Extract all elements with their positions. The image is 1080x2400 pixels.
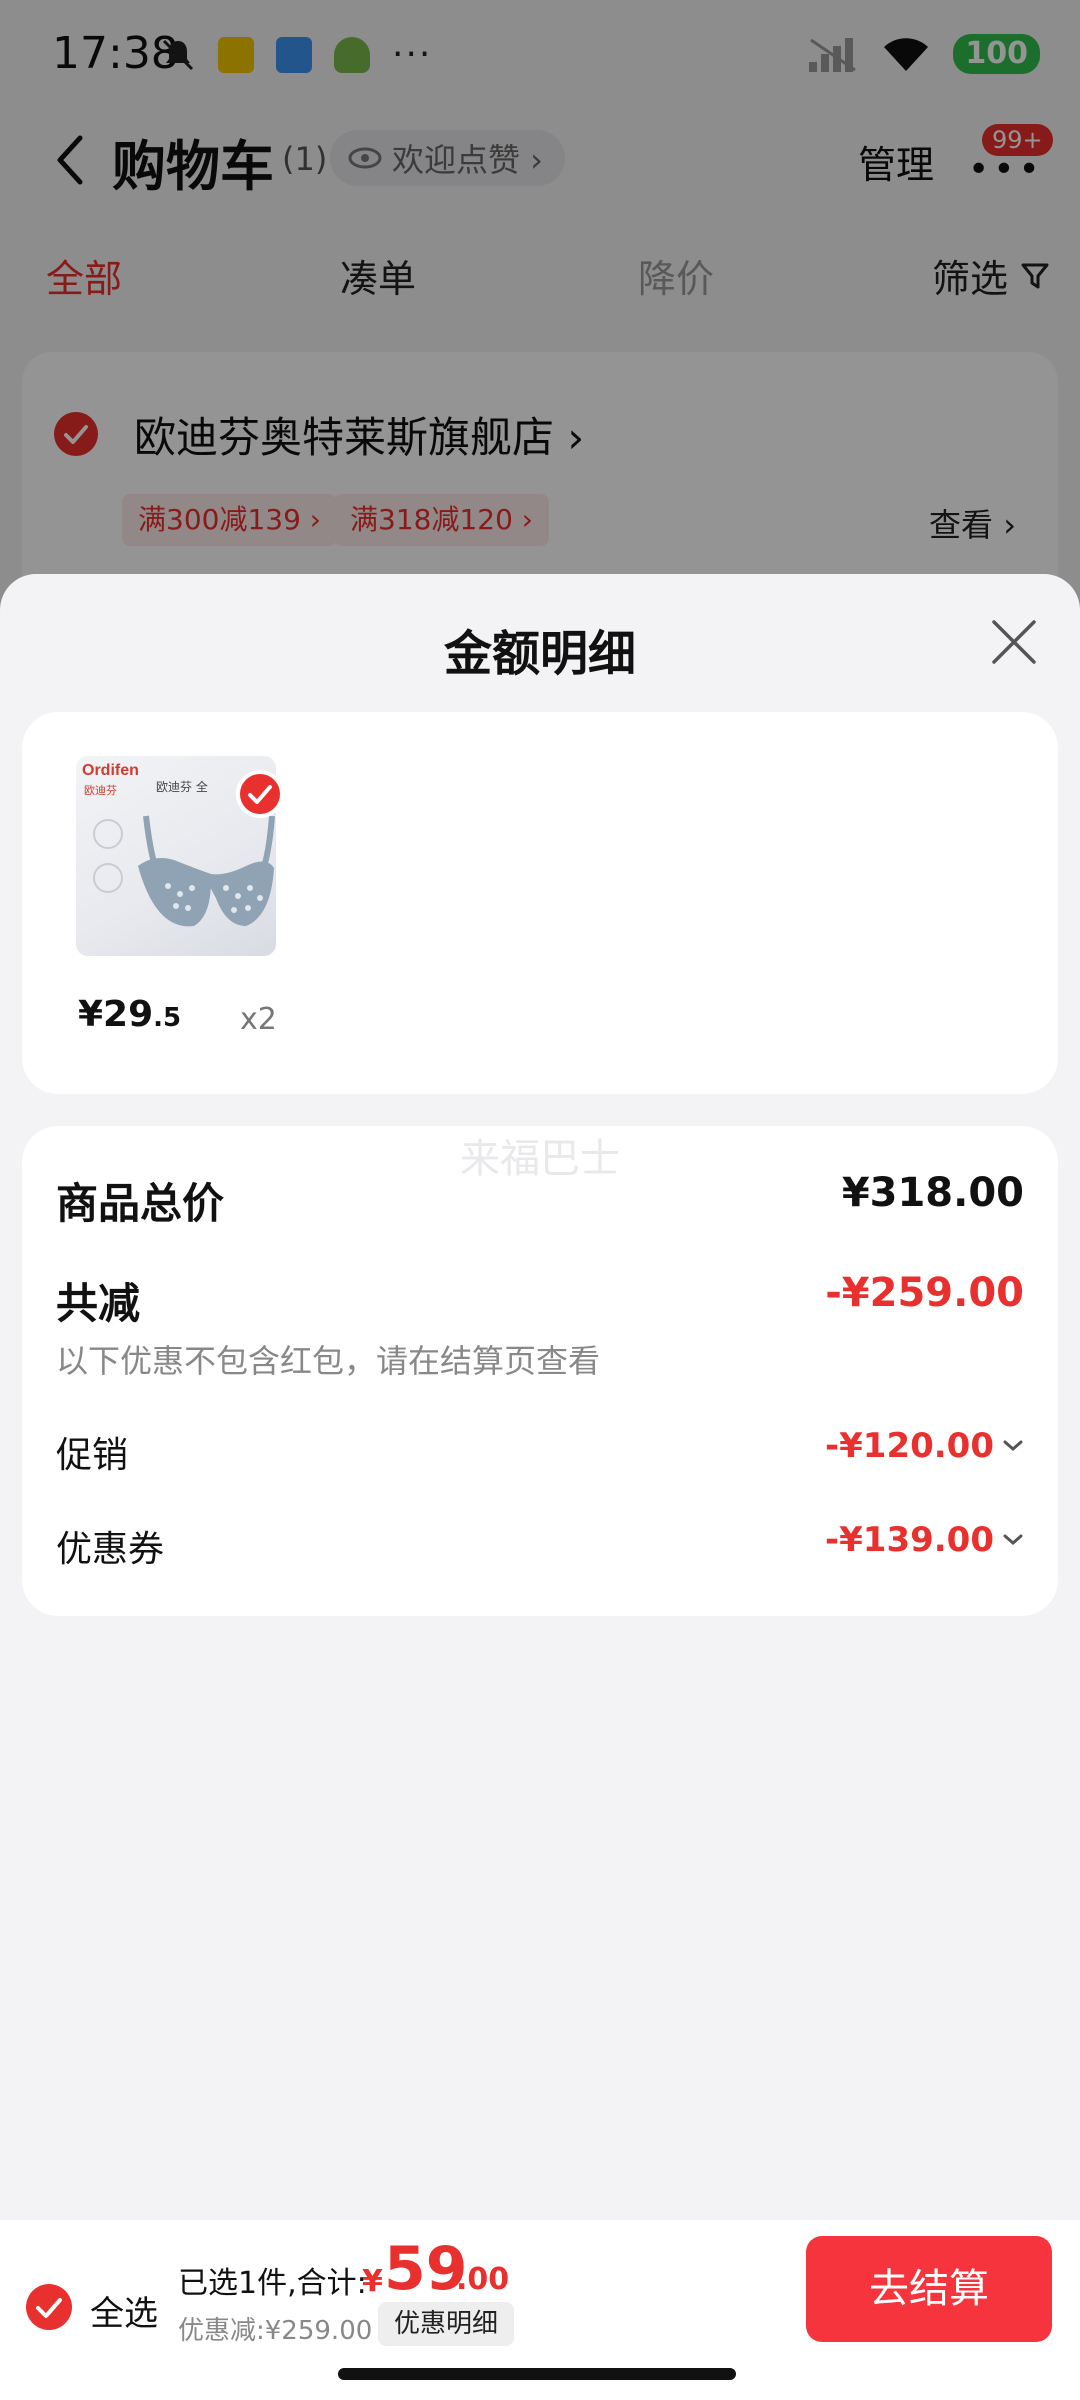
total-reduction-label: 共减 xyxy=(56,1279,141,1328)
amount-detail-sheet: 金额明细 Ordifen 欧迪芬 欧迪芬 全 ¥29.5 x2 来福巴士 商品总… xyxy=(0,574,1080,2220)
total-price-label: 商品总价 xyxy=(56,1179,225,1228)
product-checkbox[interactable] xyxy=(236,770,284,818)
sheet-title: 金额明细 xyxy=(443,626,636,682)
brand-logo-cn: 欧迪芬 xyxy=(84,784,117,797)
price-decimal: .5 xyxy=(153,1003,182,1033)
total-price-row: 商品总价 ¥318.00 xyxy=(56,1170,1024,1231)
promo-value: -¥120.00 xyxy=(825,1426,994,1466)
total-amount-integer: 59 xyxy=(384,2234,468,2304)
checkout-bar: 全选 已选1件,合计: ¥ 59 .00 优惠减:¥259.00 优惠明细 去结… xyxy=(0,2220,1080,2400)
thumbnail-caption: 欧迪芬 全 xyxy=(156,780,208,794)
promo-row[interactable]: 促销 -¥120.00 xyxy=(56,1426,1024,1478)
total-price-value: ¥318.00 xyxy=(841,1170,1024,1216)
amount-summary-card: 来福巴士 商品总价 ¥318.00 共减 -¥259.00 以下优惠不包含红包，… xyxy=(22,1126,1058,1616)
coupon-value: -¥139.00 xyxy=(825,1520,994,1560)
product-quantity: x2 xyxy=(240,1002,277,1037)
promo-label: 促销 xyxy=(56,1435,129,1476)
chevron-down-icon xyxy=(1003,1440,1023,1451)
select-all-checkbox[interactable] xyxy=(26,2284,72,2330)
brand-logo-text: Ordifen xyxy=(82,762,139,779)
close-icon[interactable] xyxy=(988,616,1040,668)
total-reduction-value: -¥259.00 xyxy=(825,1270,1024,1316)
promo-value-group: -¥120.00 xyxy=(825,1426,1024,1466)
checkout-button[interactable]: 去结算 xyxy=(806,2236,1052,2342)
check-icon xyxy=(36,2298,62,2318)
coupon-row[interactable]: 优惠券 -¥139.00 xyxy=(56,1520,1024,1572)
total-currency: ¥ xyxy=(362,2264,383,2299)
price-integer: ¥29 xyxy=(78,994,154,1035)
total-reduction-row: 共减 -¥259.00 xyxy=(56,1270,1024,1331)
chevron-down-icon xyxy=(1003,1534,1023,1545)
coupon-label: 优惠券 xyxy=(56,1529,165,1570)
coupon-value-group: -¥139.00 xyxy=(825,1520,1024,1560)
reduction-note: 以下优惠不包含红包，请在结算页查看 xyxy=(56,1342,601,1380)
home-indicator[interactable] xyxy=(338,2368,736,2380)
total-amount-decimal: .00 xyxy=(456,2262,510,2297)
select-all-label[interactable]: 全选 xyxy=(90,2286,158,2335)
selected-summary: 已选1件,合计: xyxy=(178,2266,367,2301)
check-icon xyxy=(248,785,272,804)
discount-summary: 优惠减:¥259.00 xyxy=(178,2316,373,2346)
discount-detail-button[interactable]: 优惠明细 xyxy=(378,2302,515,2346)
product-card: Ordifen 欧迪芬 欧迪芬 全 ¥29.5 x2 xyxy=(22,712,1058,1094)
product-price: ¥29.5 xyxy=(78,994,181,1035)
